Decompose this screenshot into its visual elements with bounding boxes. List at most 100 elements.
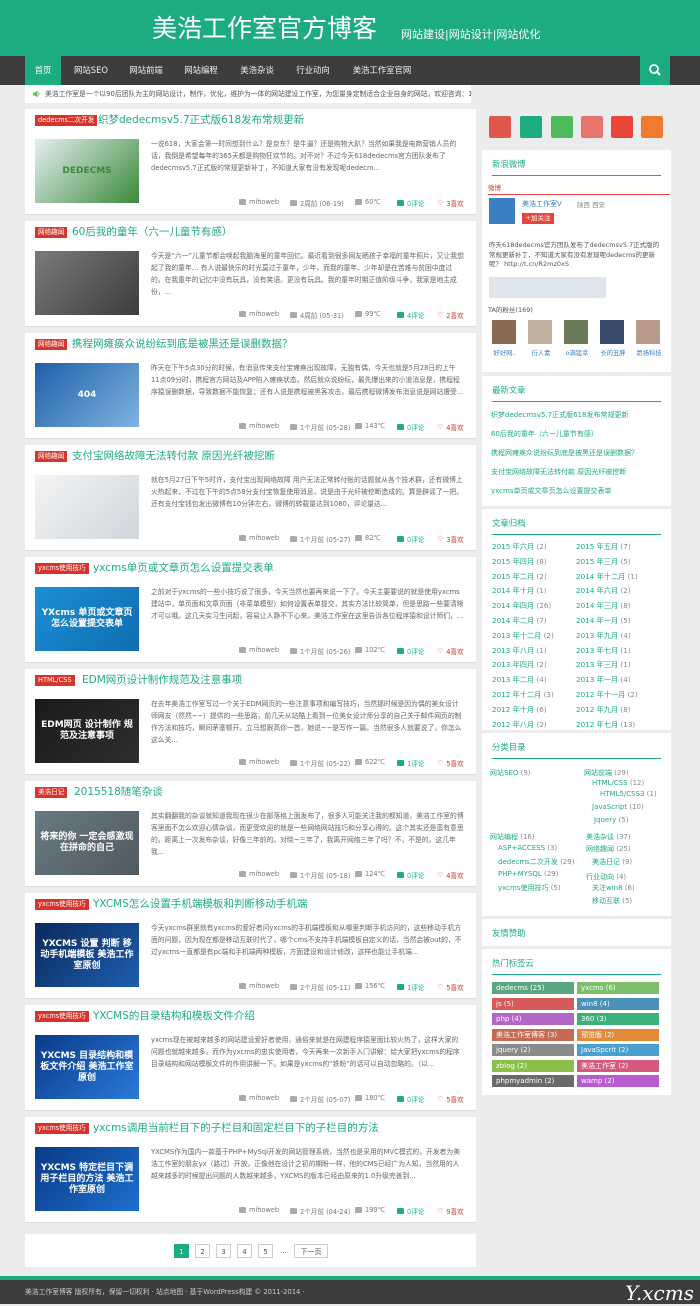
category-link[interactable]: 美浩杂谈 (37) xyxy=(586,832,631,842)
recent-post-link[interactable]: 携程网瘫痪众说纷纭到底是被黑还是误删数据？ xyxy=(491,448,638,458)
nav-item-programming[interactable]: 网站编程 xyxy=(176,56,226,85)
post-category-badge[interactable]: 网络趣闻 xyxy=(35,339,68,350)
post-category-badge[interactable]: 美浩日记 xyxy=(35,787,68,798)
archive-link[interactable]: 2012 年七月 (13) xyxy=(576,720,635,730)
post-title[interactable]: 2015518随笔杂谈 xyxy=(74,784,163,799)
recent-post-link[interactable]: yxcms单页或文章页怎么设置提交表单 xyxy=(491,486,611,496)
category-link[interactable]: yxcms使用技巧 (5) xyxy=(498,883,561,893)
post-author[interactable]: mihoweb xyxy=(239,198,279,206)
post-author[interactable]: mihoweb xyxy=(239,758,279,766)
weibo-post-image[interactable] xyxy=(489,277,606,298)
post-thumbnail[interactable] xyxy=(35,251,139,315)
archive-link[interactable]: 2014 年四月 (26) xyxy=(492,601,551,611)
mail-icon[interactable] xyxy=(581,116,603,138)
post-comments[interactable]: 1评论 xyxy=(397,758,424,768)
weibo-avatar[interactable] xyxy=(489,198,515,224)
archive-link[interactable]: 2012 年十二月 (3) xyxy=(492,690,554,700)
post-likes[interactable]: ♡ 5喜欢 xyxy=(437,758,464,768)
post-comments[interactable]: 1评论 xyxy=(397,982,424,992)
category-link[interactable]: 美浩日记 (9) xyxy=(592,857,632,867)
category-link[interactable]: ASP+ACCESS (3) xyxy=(498,844,557,852)
archive-link[interactable]: 2012 年十一月 (2) xyxy=(576,690,638,700)
post-author[interactable]: mihoweb xyxy=(239,422,279,430)
post-author[interactable]: mihoweb xyxy=(239,982,279,990)
archive-link[interactable]: 2014 年二月 (7) xyxy=(492,616,547,626)
fan-name[interactable]: 昂扬科技 xyxy=(632,348,666,357)
post-category-badge[interactable]: 网络趣闻 xyxy=(35,451,68,462)
category-link[interactable]: 行业动向 (4) xyxy=(586,872,626,882)
category-link[interactable]: 网站编程 (16) xyxy=(490,832,535,842)
tag-link[interactable]: 预览版 (2) xyxy=(577,1028,659,1041)
archive-link[interactable]: 2014 年三月 (8) xyxy=(576,601,631,611)
page-5[interactable]: 5 xyxy=(258,1244,273,1258)
post-likes[interactable]: ♡ 3喜欢 xyxy=(437,198,464,208)
post-thumbnail[interactable]: 将来的你 一定会感激现在拼命的自己 xyxy=(35,811,139,875)
post-title[interactable]: yxcms单页或文章页怎么设置提交表单 xyxy=(93,560,274,575)
post-thumbnail[interactable]: DEDECMS xyxy=(35,139,139,203)
fan-avatar[interactable] xyxy=(528,320,552,344)
fan-avatar[interactable] xyxy=(636,320,660,344)
post-title[interactable]: yxcms调用当前栏目下的子栏目和固定栏目下的子栏目的方法 xyxy=(93,1120,379,1135)
post-author[interactable]: mihoweb xyxy=(239,646,279,654)
post-category-badge[interactable]: HTML/CSS xyxy=(35,675,75,686)
post-category-badge[interactable]: yxcms使用技巧 xyxy=(35,563,89,574)
archive-link[interactable]: 2013 年二月 (4) xyxy=(492,675,547,685)
recent-post-link[interactable]: 60后我的童年（六一儿童节有感） xyxy=(491,429,598,439)
post-title[interactable]: YXCMS的目录结构和模板文件介绍 xyxy=(93,1008,255,1023)
fan-name[interactable]: 好好网.. xyxy=(488,348,522,357)
post-thumbnail[interactable] xyxy=(35,475,139,539)
archive-link[interactable]: 2013 年十二月 (2) xyxy=(492,631,554,641)
archive-link[interactable]: 2013 年九月 (4) xyxy=(576,631,631,641)
post-likes[interactable]: ♡ 5喜欢 xyxy=(437,1094,464,1104)
post-thumbnail[interactable]: YXCMS 设置 判断 移动手机端模板 美浩工作室原创 xyxy=(35,923,139,987)
post-title[interactable]: 支付宝网络故障无法转付款 原因光纤被挖断 xyxy=(72,448,275,463)
category-link[interactable]: PHP+MYSQL (29) xyxy=(498,870,558,878)
post-comments[interactable]: 0评论 xyxy=(397,198,424,208)
tag-link[interactable]: phpmyadmin (2) xyxy=(492,1075,574,1087)
post-author[interactable]: mihoweb xyxy=(239,1206,279,1214)
search-button[interactable] xyxy=(640,56,670,85)
post-comments[interactable]: 0评论 xyxy=(397,646,424,656)
post-likes[interactable]: ♡ 4喜欢 xyxy=(437,870,464,880)
tag-link[interactable]: 美浩工作室 (2) xyxy=(577,1059,659,1072)
archive-link[interactable]: 2013 年八月 (1) xyxy=(492,646,547,656)
archive-link[interactable]: 2014 年十月 (1) xyxy=(492,586,547,596)
post-title[interactable]: EDM网页设计制作规范及注意事项 xyxy=(82,672,242,687)
nav-item-talk[interactable]: 美浩杂谈 xyxy=(232,56,282,85)
category-link[interactable]: dedecms二次开发 (29) xyxy=(498,857,574,867)
archive-link[interactable]: 2013 年四月 (2) xyxy=(492,660,547,670)
recent-post-link[interactable]: 支付宝网络故障无法转付款 原因光纤被挖断 xyxy=(491,467,626,477)
category-link[interactable]: HTML5/CSS3 (1) xyxy=(600,790,657,798)
post-likes[interactable]: ♡ 9喜欢 xyxy=(437,1206,464,1216)
post-comments[interactable]: 0评论 xyxy=(397,870,424,880)
nav-item-frontend[interactable]: 网站前端 xyxy=(121,56,171,85)
next-page-button[interactable]: 下一页 xyxy=(294,1244,328,1258)
page-1[interactable]: 1 xyxy=(174,1244,189,1258)
post-comments[interactable]: 4评论 xyxy=(397,310,424,320)
tag-link[interactable]: zblog (2) xyxy=(492,1059,574,1072)
post-thumbnail[interactable]: YXCMS 目录结构和模板文件介绍 美浩工作室原创 xyxy=(35,1035,139,1099)
post-likes[interactable]: ♡ 4喜欢 xyxy=(437,422,464,432)
category-link[interactable]: 网络趣闻 (25) xyxy=(586,844,631,854)
post-category-badge[interactable]: yxcms使用技巧 xyxy=(35,899,89,910)
post-likes[interactable]: ♡ 2喜欢 xyxy=(437,310,464,320)
nav-item-seo[interactable]: 网站SEO xyxy=(67,56,115,85)
category-link[interactable]: 网站SEO (9) xyxy=(490,768,531,778)
tag-link[interactable]: jquery (2) xyxy=(492,1044,574,1056)
post-comments[interactable]: 0评论 xyxy=(397,1094,424,1104)
archive-link[interactable]: 2013 年一月 (4) xyxy=(576,675,631,685)
nav-item-trends[interactable]: 行业动向 xyxy=(288,56,338,85)
post-title[interactable]: 60后我的童年（六一儿童节有感） xyxy=(72,224,232,239)
post-author[interactable]: mihoweb xyxy=(239,870,279,878)
category-link[interactable]: JavaScript (10) xyxy=(592,803,644,811)
nav-item-home[interactable]: 首页 xyxy=(25,56,61,85)
recent-post-link[interactable]: 织梦dedecmsv5.7正式版618发布常规更新 xyxy=(491,410,628,420)
archive-link[interactable]: 2013 年三月 (1) xyxy=(576,660,631,670)
post-title[interactable]: 携程网瘫痪众说纷纭到底是被黑还是误删数据？ xyxy=(72,336,293,351)
archive-link[interactable]: 2015 年二月 (2) xyxy=(492,572,547,582)
archive-link[interactable]: 2013 年七月 (1) xyxy=(576,646,631,656)
wechat-icon[interactable] xyxy=(551,116,573,138)
site-title[interactable]: 美浩工作室官方博客 xyxy=(152,13,377,45)
post-likes[interactable]: ♡ 4喜欢 xyxy=(437,646,464,656)
category-link[interactable]: HTML/CSS (12) xyxy=(592,779,644,787)
